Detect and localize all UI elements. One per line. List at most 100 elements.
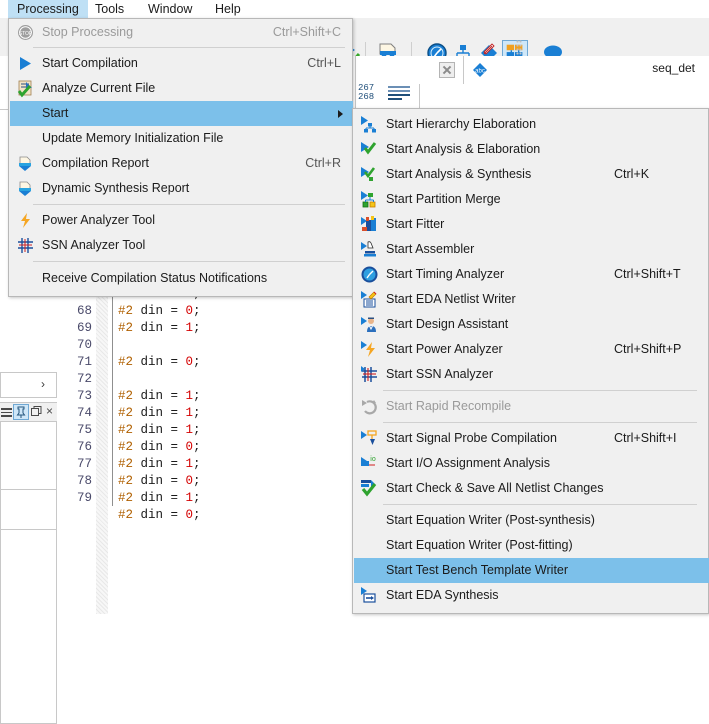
line-number: 71 [77, 355, 92, 369]
menu-item-start-ssn-analyzer[interactable]: Start SSN Analyzer [354, 362, 709, 387]
menu-separator [383, 390, 697, 391]
left-dock-titlebar: × [0, 402, 57, 422]
menu-item-label: Start EDA Netlist Writer [386, 292, 516, 306]
line-number: 77 [77, 457, 92, 471]
menu-item-dynamic-synthesis-report[interactable]: Dynamic Synthesis Report [10, 176, 353, 201]
analysis-synth-icon [360, 165, 379, 184]
menu-separator [33, 47, 345, 48]
bolt-icon [17, 212, 34, 229]
menu-item-shortcut: Ctrl+L [307, 56, 341, 70]
menu-separator [33, 204, 345, 205]
line-number: 69 [77, 321, 92, 335]
menu-item-start-analysis-elaboration[interactable]: Start Analysis & Elaboration [354, 137, 709, 162]
minimap-line-numbers: 267 268 [358, 84, 374, 102]
menubar-item-tools[interactable]: Tools [86, 0, 133, 18]
hierarchy-elab-icon [360, 115, 379, 134]
menu-separator [33, 261, 345, 262]
menu-item-start-timing-analyzer[interactable]: Start Timing Analyzer Ctrl+Shift+T [354, 262, 709, 287]
menu-item-label: Start Compilation [42, 56, 138, 70]
menu-item-ssn-analyzer-tool[interactable]: SSN Analyzer Tool [10, 233, 353, 258]
menu-separator [383, 422, 697, 423]
menu-item-start-equation-writer-post-synthesis[interactable]: Start Equation Writer (Post-synthesis) [354, 508, 709, 533]
menu-item-label: Receive Compilation Status Notifications [42, 271, 267, 285]
svg-text:STOP: STOP [19, 31, 33, 37]
menu-item-label: Start Assembler [386, 242, 474, 256]
code-line: #2 din = 1; [118, 457, 201, 471]
code-line: #2 din = 1; [118, 389, 201, 403]
menu-item-stop-processing[interactable]: STOP Stop Processing Ctrl+Shift+C [10, 20, 353, 45]
menu-item-label: Start Rapid Recompile [386, 399, 511, 413]
chevron-right-icon[interactable]: › [41, 377, 45, 391]
power-analyzer-icon [360, 340, 379, 359]
abc-spellcheck-icon[interactable]: abc [470, 60, 490, 80]
report-icon [17, 180, 34, 197]
chevron-right-icon [338, 110, 343, 118]
menu-item-start-eda-synthesis[interactable]: Start EDA Synthesis [354, 583, 709, 608]
menu-item-receive-compilation-status-notifications[interactable]: Receive Compilation Status Notifications [10, 266, 353, 291]
menubar-item-window[interactable]: Window [139, 0, 201, 18]
menu-hamburger-icon[interactable] [1, 408, 12, 417]
check-save-netlist-icon [360, 479, 379, 498]
menu-item-shortcut: Ctrl+Shift+P [614, 342, 681, 356]
ssn-analyzer-icon [360, 365, 379, 384]
menu-item-start-eda-netlist-writer[interactable]: Start EDA Netlist Writer [354, 287, 709, 312]
menu-item-label: Start Power Analyzer [386, 342, 503, 356]
menu-item-start-io-assignment-analysis[interactable]: io Start I/O Assignment Analysis [354, 451, 709, 476]
play-icon [17, 55, 34, 72]
code-line: #2 din = 0; [118, 304, 201, 318]
menu-item-label: Start Design Assistant [386, 317, 508, 331]
menu-item-label: Start Timing Analyzer [386, 267, 504, 281]
close-icon[interactable] [439, 62, 455, 78]
menu-item-compilation-report[interactable]: Compilation Report Ctrl+R [10, 151, 353, 176]
menu-item-label: Start Hierarchy Elaboration [386, 117, 536, 131]
menu-item-start-partition-merge[interactable]: Start Partition Merge [354, 187, 709, 212]
menu-item-start-analysis-synthesis[interactable]: Start Analysis & Synthesis Ctrl+K [354, 162, 709, 187]
menu-item-start-equation-writer-post-fitting[interactable]: Start Equation Writer (Post-fitting) [354, 533, 709, 558]
menu-item-start-test-bench-template-writer[interactable]: Start Test Bench Template Writer [354, 558, 709, 583]
menu-item-start-design-assistant[interactable]: Start Design Assistant [354, 312, 709, 337]
menu-item-label: Start [42, 106, 68, 120]
menu-item-label: SSN Analyzer Tool [42, 238, 145, 252]
editor-tab-filename[interactable]: seq_det [652, 61, 695, 75]
menu-bar: Processing Tools Window Help [0, 0, 709, 18]
menu-item-analyze-current-file[interactable]: Analyze Current File [10, 76, 353, 101]
menu-item-start-fitter[interactable]: Start Fitter [354, 212, 709, 237]
menu-item-shortcut: Ctrl+Shift+I [614, 431, 677, 445]
processing-menu[interactable]: STOP Stop Processing Ctrl+Shift+C Start … [8, 18, 353, 297]
menu-item-start-signal-probe-compilation[interactable]: Start Signal Probe Compilation Ctrl+Shif… [354, 426, 709, 451]
menu-item-start-assembler[interactable]: Start Assembler [354, 237, 709, 262]
code-line: #2 din = 0; [118, 440, 201, 454]
ssn-icon [17, 237, 34, 254]
signal-probe-icon [360, 429, 379, 448]
code-line: #2 din = 1; [118, 321, 201, 335]
menu-item-start[interactable]: Start [10, 101, 353, 126]
pin-icon[interactable] [13, 404, 29, 420]
menu-item-label: Start Equation Writer (Post-fitting) [386, 538, 573, 552]
left-dock-scroll-row: › [0, 372, 57, 398]
line-number: 74 [77, 406, 92, 420]
menu-item-shortcut: Ctrl+R [305, 156, 341, 170]
menu-item-label: Start I/O Assignment Analysis [386, 456, 550, 470]
menu-item-label: Start EDA Synthesis [386, 588, 499, 602]
line-number: 79 [77, 491, 92, 505]
svg-text:io: io [370, 456, 376, 463]
menu-item-start-power-analyzer[interactable]: Start Power Analyzer Ctrl+Shift+P [354, 337, 709, 362]
svg-text:abc: abc [475, 69, 485, 75]
menubar-item-help[interactable]: Help [206, 0, 250, 18]
line-number: 72 [77, 372, 92, 386]
close-icon[interactable]: × [46, 404, 53, 418]
minimap-preview [388, 86, 410, 102]
menu-item-start-rapid-recompile[interactable]: Start Rapid Recompile [354, 394, 709, 419]
panel-divider [355, 56, 356, 110]
menu-item-start-compilation[interactable]: Start Compilation Ctrl+L [10, 51, 353, 76]
menu-item-label: Power Analyzer Tool [42, 213, 155, 227]
menubar-item-processing[interactable]: Processing [8, 0, 88, 18]
menu-item-start-hierarchy-elaboration[interactable]: Start Hierarchy Elaboration [354, 112, 709, 137]
start-submenu[interactable]: Start Hierarchy Elaboration Start Analys… [352, 108, 709, 614]
menu-item-update-memory-initialization-file[interactable]: Update Memory Initialization File [10, 126, 353, 151]
code-line: #2 din = 0; [118, 474, 201, 488]
menu-item-power-analyzer-tool[interactable]: Power Analyzer Tool [10, 208, 353, 233]
restore-icon[interactable] [31, 406, 43, 418]
analyze-file-icon [17, 80, 34, 97]
menu-item-start-check-save-all-netlist-changes[interactable]: Start Check & Save All Netlist Changes [354, 476, 709, 501]
